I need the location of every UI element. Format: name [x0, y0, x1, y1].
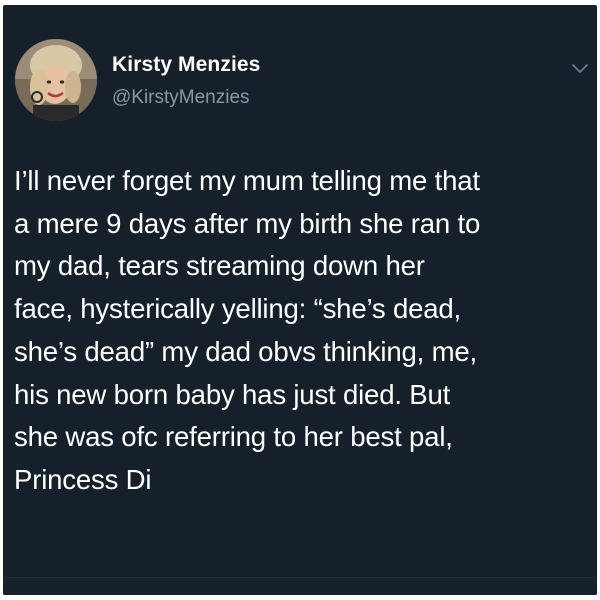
tweet-line: his new born baby has just died. But — [14, 378, 451, 410]
tweet-line: she’s dead” my dad obvs thinking, me, — [14, 335, 477, 367]
tweet-card: Kirsty Menzies @KirstyMenzies I’ll never… — [3, 5, 597, 595]
tweet-line: she was ofc referring to her best pal, — [14, 421, 453, 453]
avatar-photo — [15, 39, 97, 121]
tweet-line: a mere 9 days after my birth she ran to — [14, 207, 481, 239]
tweet-line: I’ll never forget my mum telling me that — [14, 165, 480, 196]
avatar[interactable] — [15, 39, 97, 121]
author-handle[interactable]: @KirstyMenzies — [112, 87, 250, 109]
chevron-down-icon[interactable] — [571, 62, 589, 74]
tweet-line: face, hysterically yelling: “she’s dead, — [14, 293, 462, 325]
screenshot-frame: Kirsty Menzies @KirstyMenzies I’ll never… — [0, 0, 600, 600]
tweet-line: Princess Di — [14, 463, 152, 495]
card-bottom-edge — [3, 577, 597, 595]
tweet-text: I’ll never forget my mum telling me that… — [14, 160, 594, 502]
author-display-name[interactable]: Kirsty Menzies — [112, 53, 260, 77]
tweet-line: my dad, tears streaming down her — [14, 250, 425, 282]
